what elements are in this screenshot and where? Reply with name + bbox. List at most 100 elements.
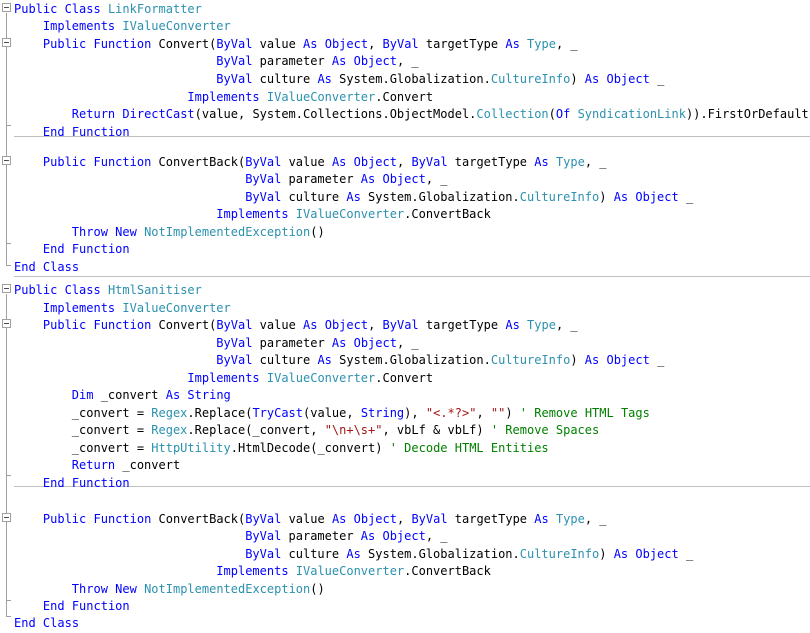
code-line[interactable]: Implements IValueConverter (14, 300, 231, 318)
code-token-pln (57, 283, 64, 297)
code-line[interactable]: Public Class LinkFormatter (14, 1, 202, 19)
code-line[interactable]: End Class (14, 615, 79, 633)
code-token-kw: As (534, 155, 549, 169)
code-line[interactable]: Implements IValueConverter.Convert (14, 89, 433, 107)
code-token-pln: ), (404, 406, 426, 420)
code-token-pln: .Convert (375, 371, 434, 385)
code-token-kw: As (613, 547, 629, 561)
code-line[interactable]: _convert = Regex.Replace(_convert, "\n+\… (14, 422, 599, 440)
code-editor-surface[interactable]: Public Class LinkFormatter Implements IV… (0, 0, 810, 630)
code-line[interactable]: Implements IValueConverter.Convert (14, 370, 433, 388)
code-token-pln (14, 125, 43, 139)
code-line[interactable]: ByVal parameter As Object, _ (14, 171, 447, 189)
code-token-pln: targetType (447, 155, 535, 169)
code-line[interactable]: Implements IValueConverter.ConvertBack (14, 563, 491, 581)
code-token-pln (86, 318, 93, 332)
code-token-pln: , (368, 318, 383, 332)
code-token-kw: Function (93, 37, 152, 51)
code-token-kw: Public (14, 2, 58, 16)
code-token-kw: Object (353, 155, 397, 169)
code-token-pln: (value, (303, 406, 361, 420)
code-line[interactable]: Public Function Convert(ByVal value As O… (14, 317, 578, 335)
code-token-kw: Public (42, 37, 87, 51)
code-token-pln: _ (649, 72, 665, 86)
code-token-kw: As (346, 190, 361, 204)
code-line[interactable]: _convert = HttpUtility.HtmlDecode(_conve… (14, 440, 549, 458)
code-token-pln: , _ (396, 336, 419, 350)
code-line[interactable]: Implements IValueConverter (14, 18, 231, 36)
code-token-pln: () (310, 225, 325, 239)
code-token-pln (549, 512, 556, 526)
code-token-kw: Implements (42, 301, 116, 315)
code-token-pln: ) (570, 353, 585, 367)
code-token-kw: Object (606, 353, 650, 367)
code-line[interactable]: Return DirectCast(value, System.Collecti… (14, 106, 810, 124)
code-token-kw: Function (71, 599, 130, 613)
code-token-pln (14, 582, 72, 596)
code-token-pln: _convert (115, 458, 181, 472)
code-token-kw: End (42, 242, 65, 256)
code-token-kw: End (14, 260, 36, 274)
code-token-kw: As (584, 353, 600, 367)
code-token-pln (14, 388, 72, 402)
code-token-pln (14, 225, 72, 239)
code-line[interactable]: Public Function Convert(ByVal value As O… (14, 36, 578, 54)
code-token-pln (317, 37, 324, 51)
code-line[interactable]: ByVal parameter As Object, _ (14, 53, 418, 71)
code-line[interactable]: End Function (14, 124, 130, 142)
code-line[interactable]: End Function (14, 598, 130, 616)
code-token-kw: As (505, 318, 520, 332)
code-token-pln: () (310, 582, 325, 596)
code-line[interactable]: ByVal culture As System.Globalization.Cu… (14, 546, 693, 564)
code-line[interactable]: _convert = Regex.Replace(TryCast(value, … (14, 405, 650, 423)
code-token-typ: CultureInfo (519, 547, 600, 561)
code-token-pln: ( (548, 107, 556, 121)
code-token-pln: , vbLf & vbLf) (382, 423, 491, 437)
code-token-pln (14, 458, 72, 472)
code-line[interactable]: End Class (14, 259, 79, 277)
code-line[interactable]: Public Function ConvertBack(ByVal value … (14, 154, 607, 172)
code-token-pln (14, 318, 43, 332)
code-token-kw: Object (324, 318, 369, 332)
code-line[interactable]: Public Function ConvertBack(ByVal value … (14, 511, 607, 529)
code-text-area[interactable]: Public Class LinkFormatter Implements IV… (0, 0, 810, 630)
code-line[interactable]: Return _convert (14, 457, 180, 475)
code-token-pln (65, 242, 72, 256)
code-token-kw: Public (42, 318, 87, 332)
code-line[interactable]: ByVal culture As System.Globalization.Cu… (14, 71, 664, 89)
code-token-kw: ByVal (245, 529, 282, 543)
code-token-kw: Object (353, 336, 397, 350)
code-token-kw: As (360, 172, 376, 186)
code-token-kw: Class (64, 283, 101, 297)
code-token-pln (65, 476, 72, 490)
code-token-pln (14, 54, 216, 68)
code-token-pln: .ConvertBack (404, 564, 491, 578)
code-token-pln: culture (281, 190, 347, 204)
code-line[interactable]: ByVal parameter As Object, _ (14, 335, 419, 353)
code-token-pln (317, 318, 324, 332)
code-token-kw: Public (14, 283, 58, 297)
code-token-typ: HtmlSanitiser (107, 283, 202, 297)
code-line[interactable]: End Function (14, 475, 130, 493)
code-token-kw: Function (71, 476, 130, 490)
code-token-kw: As (613, 190, 629, 204)
code-token-pln: ) (599, 190, 614, 204)
code-token-typ: Regex (151, 406, 188, 420)
code-token-kw: ByVal (216, 336, 253, 350)
code-line[interactable]: ByVal culture As System.Globalization.Cu… (14, 352, 664, 370)
code-line[interactable]: ByVal parameter As Object, _ (14, 528, 447, 546)
code-token-typ: IValueConverter (122, 19, 231, 33)
code-token-kw: Public (42, 512, 87, 526)
code-line[interactable]: End Function (14, 241, 130, 259)
code-token-pln (14, 155, 43, 169)
code-token-kw: End (42, 599, 65, 613)
code-token-pln (14, 190, 245, 204)
code-line[interactable]: Throw New NotImplementedException() (14, 224, 325, 242)
code-line[interactable]: ByVal culture As System.Globalization.Cu… (14, 189, 693, 207)
code-line[interactable]: Public Class HtmlSanitiser (14, 282, 202, 300)
code-line[interactable]: Implements IValueConverter.ConvertBack (14, 206, 491, 224)
code-line[interactable]: Throw New NotImplementedException() (14, 581, 325, 599)
code-token-typ: HttpUtility (151, 441, 231, 455)
code-line[interactable]: Dim _convert As String (14, 387, 231, 405)
code-token-pln: (value, System.Collections.ObjectModel. (194, 107, 477, 121)
